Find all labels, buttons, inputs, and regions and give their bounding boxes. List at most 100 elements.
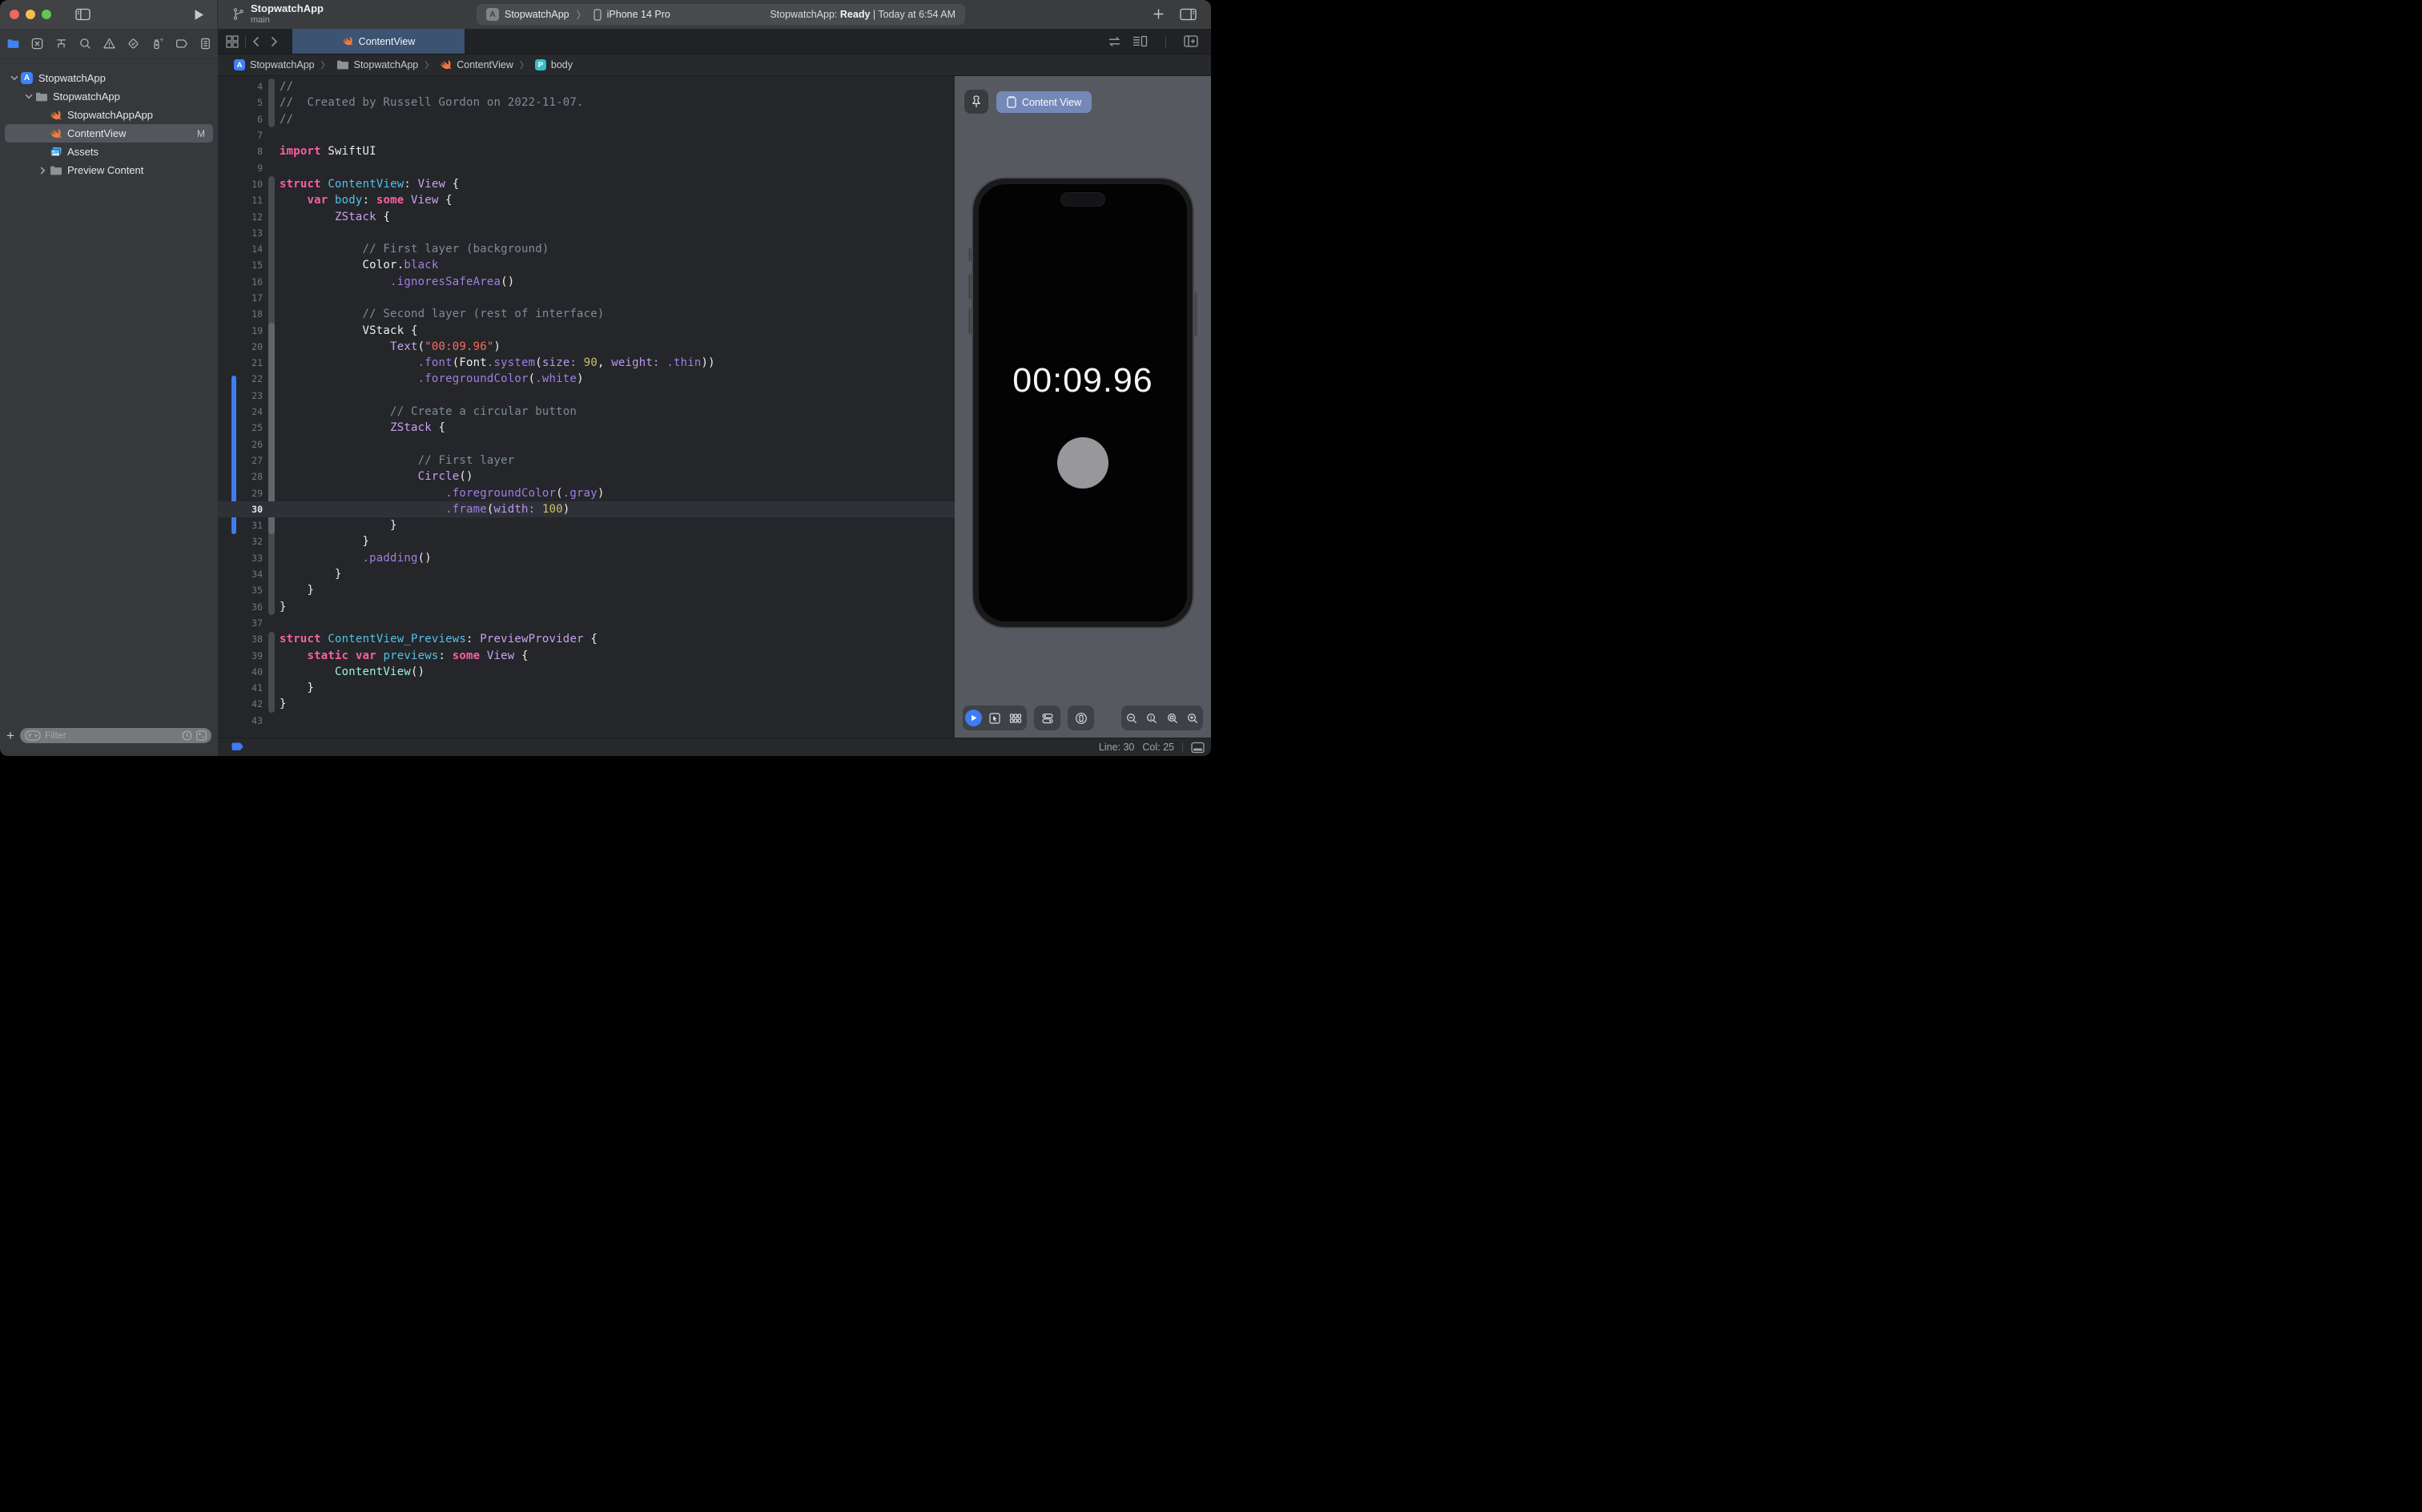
line-number[interactable]: 9: [218, 163, 263, 174]
minimize-window-button[interactable]: [26, 10, 35, 19]
navigator-tab-project-navigator[interactable]: [6, 37, 20, 50]
navigator-tab-reports[interactable]: [199, 37, 212, 50]
sidebar-item-stopwatchappapp[interactable]: StopwatchAppApp: [5, 106, 213, 124]
scheme-destination[interactable]: iPhone 14 Pro: [607, 9, 670, 20]
sidebar-item-stopwatchapp[interactable]: A StopwatchApp: [5, 69, 213, 87]
zoom-window-button[interactable]: [42, 10, 51, 19]
line-number[interactable]: 30: [218, 504, 263, 515]
line-number[interactable]: 25: [218, 422, 263, 433]
code-line-10[interactable]: 10 struct ContentView: View {: [218, 176, 955, 192]
code-line-12[interactable]: 12 ZStack {: [218, 208, 955, 224]
line-number[interactable]: 4: [218, 81, 263, 92]
breadcrumb-stopwatchapp[interactable]: StopwatchApp: [336, 59, 418, 70]
variants-grid-button[interactable]: [1006, 712, 1026, 725]
stopwatch-circle-button[interactable]: [1057, 437, 1108, 489]
disclosure-chevron-down-icon[interactable]: [8, 75, 20, 81]
filter-input[interactable]: Filter: [45, 730, 178, 741]
code-line-18[interactable]: 18 // Second layer (rest of interface): [218, 306, 955, 322]
line-number[interactable]: 6: [218, 114, 263, 125]
line-number[interactable]: 17: [218, 292, 263, 304]
code-line-19[interactable]: 19 VStack {: [218, 322, 955, 338]
toggle-navigator-icon[interactable]: [75, 8, 91, 21]
scheme-selector[interactable]: A StopwatchApp 〉 iPhone 14 Pro Stopwatch…: [477, 4, 965, 25]
line-number[interactable]: 35: [218, 585, 263, 596]
navigator-tab-source-control[interactable]: [30, 37, 44, 50]
code-line-4[interactable]: 4 //: [218, 78, 955, 94]
line-number[interactable]: 12: [218, 211, 263, 223]
code-line-24[interactable]: 24 // Create a circular button: [218, 404, 955, 420]
line-number[interactable]: 38: [218, 633, 263, 645]
code-line-40[interactable]: 40 ContentView(): [218, 664, 955, 680]
code-line-23[interactable]: 23: [218, 388, 955, 404]
code-line-25[interactable]: 25 ZStack {: [218, 420, 955, 436]
add-editor-icon[interactable]: [1184, 35, 1198, 47]
recent-files-icon[interactable]: [182, 730, 192, 741]
line-number[interactable]: 43: [218, 715, 263, 726]
code-line-27[interactable]: 27 // First layer: [218, 452, 955, 468]
disclosure-chevron-right-icon[interactable]: [37, 166, 49, 175]
line-number[interactable]: 13: [218, 227, 263, 239]
selectable-cursor-button[interactable]: [985, 712, 1005, 725]
adjust-editor-options-icon[interactable]: [1133, 35, 1148, 47]
code-line-9[interactable]: 9: [218, 159, 955, 175]
line-number[interactable]: 22: [218, 373, 263, 384]
navigator-tab-symbols[interactable]: [54, 37, 68, 50]
line-number[interactable]: 18: [218, 308, 263, 320]
line-number[interactable]: 32: [218, 536, 263, 547]
line-number[interactable]: 15: [218, 259, 263, 271]
related-items-icon[interactable]: [226, 34, 239, 48]
sidebar-item-contentview[interactable]: ContentView M: [5, 124, 213, 143]
line-number[interactable]: 34: [218, 569, 263, 580]
code-line-22[interactable]: 22 .foregroundColor(.white): [218, 371, 955, 387]
line-number[interactable]: 5: [218, 97, 263, 108]
code-line-15[interactable]: 15 Color.black: [218, 257, 955, 273]
preview-target-chip[interactable]: Content View: [996, 91, 1092, 113]
breadcrumb-body[interactable]: Pbody: [534, 59, 573, 70]
code-line-33[interactable]: 33 .padding(): [218, 550, 955, 566]
code-line-34[interactable]: 34 }: [218, 566, 955, 582]
app-screen[interactable]: 00:09.96: [979, 184, 1187, 621]
pin-preview-button[interactable]: [964, 90, 988, 114]
line-number[interactable]: 19: [218, 325, 263, 336]
navigator-tab-debug[interactable]: [151, 37, 164, 50]
line-number[interactable]: 40: [218, 666, 263, 678]
scheme-app-name[interactable]: StopwatchApp: [505, 9, 569, 20]
sidebar-item-stopwatchapp[interactable]: StopwatchApp: [5, 87, 213, 106]
add-tab-button[interactable]: [1153, 8, 1165, 20]
line-number[interactable]: 39: [218, 650, 263, 662]
go-back-icon[interactable]: [252, 36, 260, 47]
code-line-37[interactable]: 37: [218, 615, 955, 631]
preview-on-device-phone-button[interactable]: [1071, 712, 1091, 725]
code-line-17[interactable]: 17: [218, 290, 955, 306]
line-number[interactable]: 10: [218, 179, 263, 190]
code-line-32[interactable]: 32 }: [218, 533, 955, 549]
line-number[interactable]: 24: [218, 406, 263, 417]
code-line-16[interactable]: 16 .ignoresSafeArea(): [218, 274, 955, 290]
line-number[interactable]: 16: [218, 276, 263, 288]
code-line-43[interactable]: 43: [218, 713, 955, 729]
source-control-filter-icon[interactable]: [196, 730, 207, 741]
tab-contentview[interactable]: ContentView: [292, 29, 465, 54]
code-line-39[interactable]: 39 static var previews: some View {: [218, 647, 955, 663]
close-window-button[interactable]: [10, 10, 19, 19]
line-number[interactable]: 33: [218, 553, 263, 564]
line-number[interactable]: 28: [218, 471, 263, 482]
disclosure-chevron-down-icon[interactable]: [22, 94, 34, 99]
breakpoint-indicator[interactable]: [231, 742, 244, 753]
device-settings-toggles-button[interactable]: [1037, 712, 1057, 725]
iphone-preview-device[interactable]: 00:09.96: [968, 177, 1197, 629]
code-line-13[interactable]: 13: [218, 225, 955, 241]
line-number[interactable]: 42: [218, 698, 263, 710]
add-file-button[interactable]: +: [6, 729, 14, 742]
live-preview-play-button[interactable]: [964, 710, 984, 726]
line-number[interactable]: 36: [218, 601, 263, 613]
filter-field[interactable]: Filter: [19, 727, 211, 743]
code-line-26[interactable]: 26: [218, 436, 955, 452]
code-line-11[interactable]: 11 var body: some View {: [218, 192, 955, 208]
code-line-36[interactable]: 36}: [218, 599, 955, 615]
code-line-30[interactable]: 30 .frame(width: 100): [218, 501, 955, 518]
line-number[interactable]: 14: [218, 243, 263, 255]
sidebar-item-assets[interactable]: Assets: [5, 143, 213, 161]
breadcrumb-stopwatchapp[interactable]: A StopwatchApp: [234, 59, 315, 70]
line-number[interactable]: 11: [218, 195, 263, 206]
